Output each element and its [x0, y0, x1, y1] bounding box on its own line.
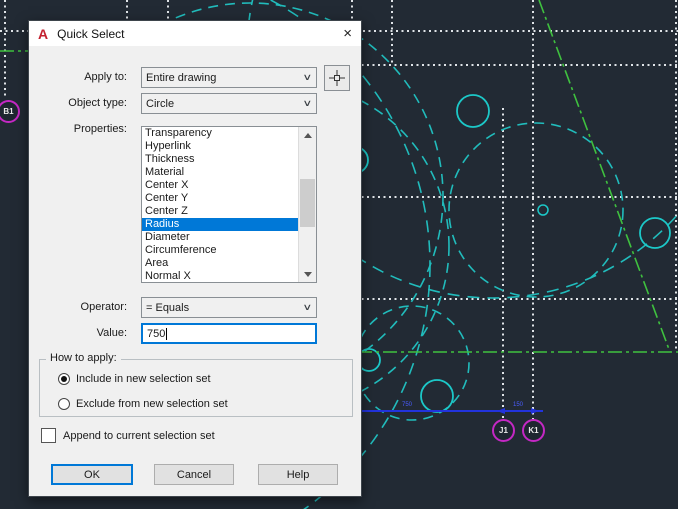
dimension-value-right: 150 [512, 402, 523, 408]
scroll-down-icon[interactable] [299, 266, 316, 282]
property-item[interactable]: Center X [142, 179, 300, 192]
operator-label: Operator: [80, 301, 127, 313]
apply-to-value: Entire drawing [146, 71, 217, 84]
append-selection-checkbox-row[interactable]: Append to current selection set [41, 428, 215, 443]
property-item[interactable]: Thickness [142, 153, 300, 166]
radio-unchecked-icon[interactable] [58, 398, 70, 410]
append-checkbox-label: Append to current selection set [63, 429, 215, 442]
radio-include-label: Include in new selection set [76, 373, 211, 385]
property-item[interactable]: Transparency [142, 127, 300, 140]
scroll-up-icon[interactable] [299, 127, 316, 143]
radio-exclude-new-selection[interactable]: Exclude from new selection set [58, 397, 228, 411]
dialog-title: Quick Select [57, 26, 125, 41]
property-item[interactable]: Normal X [142, 270, 300, 282]
properties-list[interactable]: Transparency Hyperlink Thickness Materia… [141, 126, 317, 283]
property-item[interactable]: Center Y [142, 192, 300, 205]
apply-to-label: Apply to: [84, 71, 127, 83]
operator-value: = Equals [146, 301, 190, 314]
value-text: 750 [147, 327, 166, 340]
properties-scrollbar[interactable] [298, 127, 316, 282]
how-to-apply-label: How to apply: [46, 352, 121, 364]
property-item[interactable]: Diameter [142, 231, 300, 244]
text-caret [166, 327, 168, 340]
chevron-down-icon: ∨ [302, 302, 313, 312]
cancel-button[interactable]: Cancel [154, 464, 234, 485]
chevron-down-icon: ∨ [302, 98, 313, 108]
dimension-value-left: 750 [401, 402, 412, 408]
operator-dropdown[interactable]: = Equals ∨ [141, 297, 317, 318]
ok-button[interactable]: OK [51, 464, 133, 485]
property-item[interactable]: Area [142, 257, 300, 270]
object-type-dropdown[interactable]: Circle ∨ [141, 93, 317, 114]
close-icon[interactable]: × [343, 26, 352, 41]
grid-bubble-k1[interactable]: K1 [522, 419, 545, 442]
radio-exclude-label: Exclude from new selection set [76, 398, 228, 410]
how-to-apply-group: How to apply: Include in new selection s… [39, 352, 353, 417]
help-button[interactable]: Help [258, 464, 338, 485]
radio-checked-icon[interactable] [58, 373, 70, 385]
object-type-label: Object type: [68, 97, 127, 109]
object-type-value: Circle [146, 97, 175, 110]
checkbox-unchecked-icon[interactable] [41, 428, 56, 443]
dialog-titlebar[interactable]: A Quick Select × [29, 21, 361, 46]
grid-bubble-j1[interactable]: J1 [492, 419, 515, 442]
value-label: Value: [96, 327, 127, 339]
scrollbar-thumb[interactable] [300, 179, 315, 227]
property-item-selected[interactable]: Radius [142, 218, 300, 231]
chevron-down-icon: ∨ [302, 72, 313, 82]
crosshair-pick-icon [329, 70, 345, 86]
properties-label: Properties: [73, 123, 127, 135]
apply-to-dropdown[interactable]: Entire drawing ∨ [141, 67, 317, 88]
radio-include-new-selection[interactable]: Include in new selection set [58, 372, 211, 386]
quick-select-dialog: A Quick Select × Apply to: Entire drawin… [28, 20, 362, 497]
property-item[interactable]: Material [142, 166, 300, 179]
solid-circles [341, 94, 671, 413]
property-item[interactable]: Center Z [142, 205, 300, 218]
autocad-logo-icon: A [38, 25, 49, 42]
select-objects-button[interactable] [324, 65, 350, 91]
value-input[interactable]: 750 [141, 323, 317, 344]
circle-center-marker [537, 204, 549, 216]
property-item[interactable]: Circumference [142, 244, 300, 257]
property-item[interactable]: Hyperlink [142, 140, 300, 153]
autocad-drawing-area[interactable]: B1 J1 K1 750 150 A Quick Select × Apply … [0, 0, 678, 509]
